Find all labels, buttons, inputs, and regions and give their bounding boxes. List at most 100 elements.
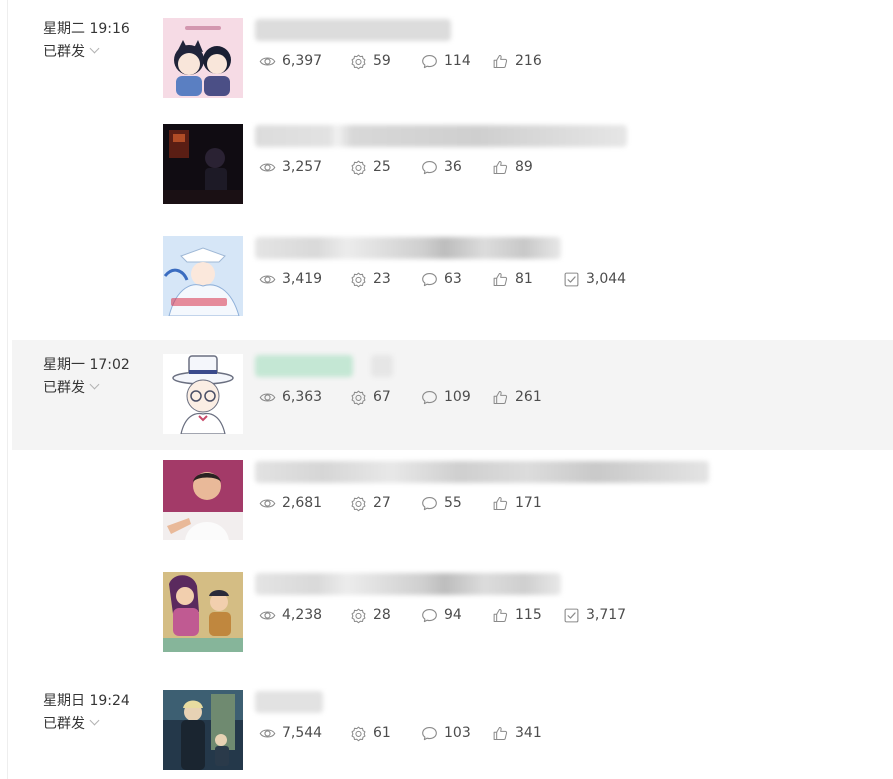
article-title-blurred[interactable]: [255, 355, 353, 377]
article-row[interactable]: 4,238 28 94 115 3,717: [163, 572, 883, 652]
share-gear-icon: [350, 389, 367, 406]
likes-count: 115: [515, 607, 542, 623]
article-title-blurred[interactable]: [255, 573, 561, 595]
chevron-down-icon: [89, 715, 100, 726]
comments-stat[interactable]: 114: [421, 53, 492, 70]
group-date-time: 星期二 19:16: [43, 21, 130, 37]
shares-count: 61: [373, 725, 391, 741]
comments-stat[interactable]: 63: [421, 271, 492, 288]
article-thumbnail[interactable]: [163, 572, 243, 652]
eye-icon: [259, 271, 276, 288]
eye-icon: [259, 607, 276, 624]
reads-stat: 3,044: [563, 271, 643, 288]
chevron-down-icon: [89, 379, 100, 390]
left-divider: [7, 0, 8, 779]
article-thumbnail[interactable]: [163, 236, 243, 316]
share-gear-icon: [350, 607, 367, 624]
views-stat: 4,238: [259, 607, 350, 624]
article-row[interactable]: 7,544 61 103 341: [163, 690, 883, 770]
article-row[interactable]: 2,681 27 55 171: [163, 460, 883, 540]
article-title-blurred-tail: [371, 355, 393, 377]
comments-stat[interactable]: 36: [421, 159, 492, 176]
views-count: 6,363: [282, 389, 323, 405]
comments-stat[interactable]: 94: [421, 607, 492, 624]
article-thumbnail[interactable]: [163, 124, 243, 204]
share-gear-icon: [350, 495, 367, 512]
article-stats: 4,238 28 94 115 3,717: [259, 604, 643, 626]
article-stats: 3,257 25 36 89: [259, 156, 563, 178]
share-gear-icon: [350, 53, 367, 70]
reads-count: 3,717: [586, 607, 627, 623]
article-stats: 6,397 59 114 216: [259, 50, 563, 72]
article-title-blurred[interactable]: [255, 237, 561, 259]
reads-count: 3,044: [586, 271, 627, 287]
views-count: 6,397: [282, 53, 323, 69]
likes-count: 81: [515, 271, 533, 287]
group-date-time: 星期日 19:24: [43, 693, 130, 709]
article-row[interactable]: 3,257 25 36 89: [163, 124, 883, 204]
views-count: 2,681: [282, 495, 323, 511]
checkbox-icon: [563, 271, 580, 288]
likes-stat: 171: [492, 495, 563, 512]
group-status-label: 已群发: [43, 716, 85, 732]
article-title-blurred[interactable]: [255, 461, 709, 483]
eye-icon: [259, 159, 276, 176]
likes-count: 261: [515, 389, 542, 405]
article-stats: 2,681 27 55 171: [259, 492, 563, 514]
views-stat: 6,397: [259, 53, 350, 70]
likes-count: 341: [515, 725, 542, 741]
likes-stat: 341: [492, 725, 563, 742]
views-stat: 3,419: [259, 271, 350, 288]
share-gear-icon: [350, 271, 367, 288]
article-thumbnail[interactable]: [163, 18, 243, 98]
thumbs-up-icon: [492, 389, 509, 406]
eye-icon: [259, 389, 276, 406]
article-title-blurred[interactable]: [255, 19, 451, 41]
views-stat: 2,681: [259, 495, 350, 512]
shares-stat: 59: [350, 53, 421, 70]
article-thumbnail[interactable]: [163, 460, 243, 540]
shares-count: 23: [373, 271, 391, 287]
group-status-label: 已群发: [43, 380, 85, 396]
views-stat: 6,363: [259, 389, 350, 406]
likes-count: 171: [515, 495, 542, 511]
comments-stat[interactable]: 103: [421, 725, 492, 742]
article-stats: 6,363 67 109 261: [259, 386, 563, 408]
views-count: 3,257: [282, 159, 323, 175]
article-stats: 3,419 23 63 81 3,044: [259, 268, 643, 290]
article-title-blurred[interactable]: [255, 691, 323, 713]
shares-count: 59: [373, 53, 391, 69]
group-status-dropdown[interactable]: 已群发: [43, 713, 100, 733]
thumbs-up-icon: [492, 725, 509, 742]
article-thumbnail[interactable]: [163, 690, 243, 770]
comments-count: 109: [444, 389, 471, 405]
shares-count: 25: [373, 159, 391, 175]
comments-stat[interactable]: 109: [421, 389, 492, 406]
comment-bubble-icon: [421, 607, 438, 624]
likes-stat: 216: [492, 53, 563, 70]
group-status-dropdown[interactable]: 已群发: [43, 41, 100, 61]
views-stat: 3,257: [259, 159, 350, 176]
shares-stat: 25: [350, 159, 421, 176]
article-row[interactable]: 3,419 23 63 81 3,044: [163, 236, 883, 316]
reads-stat: 3,717: [563, 607, 643, 624]
article-thumbnail[interactable]: [163, 354, 243, 434]
article-title-blurred[interactable]: [255, 125, 627, 147]
views-stat: 7,544: [259, 725, 350, 742]
article-row[interactable]: 6,363 67 109 261: [163, 354, 883, 434]
group-status-dropdown[interactable]: 已群发: [43, 377, 100, 397]
comments-stat[interactable]: 55: [421, 495, 492, 512]
comment-bubble-icon: [421, 271, 438, 288]
eye-icon: [259, 495, 276, 512]
shares-stat: 67: [350, 389, 421, 406]
article-row[interactable]: 6,397 59 114 216: [163, 18, 883, 98]
thumbs-up-icon: [492, 159, 509, 176]
shares-count: 28: [373, 607, 391, 623]
share-gear-icon: [350, 159, 367, 176]
likes-count: 89: [515, 159, 533, 175]
thumbs-up-icon: [492, 495, 509, 512]
eye-icon: [259, 725, 276, 742]
comment-bubble-icon: [421, 53, 438, 70]
shares-stat: 28: [350, 607, 421, 624]
comments-count: 63: [444, 271, 462, 287]
